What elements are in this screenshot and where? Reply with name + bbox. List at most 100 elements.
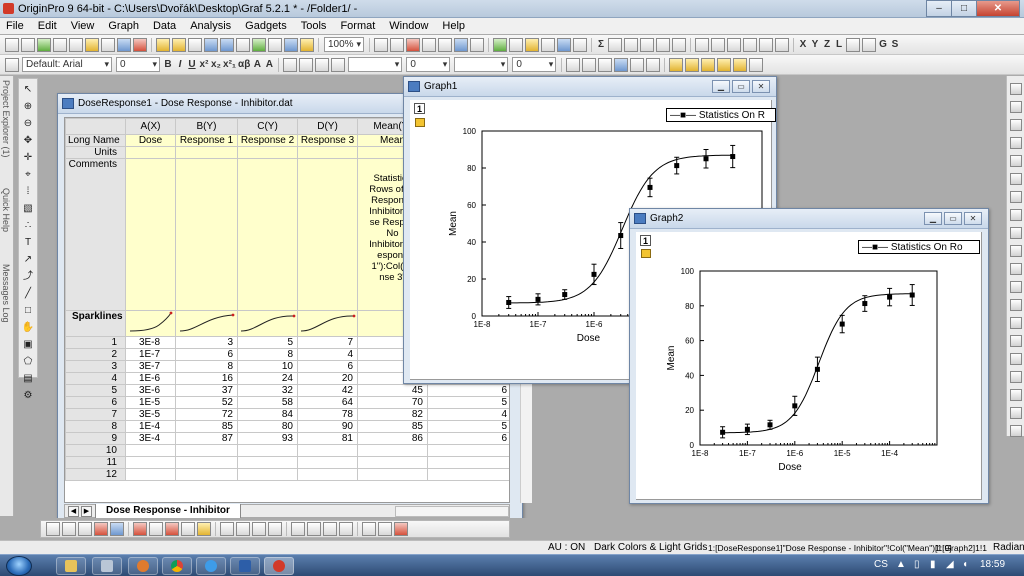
polygon-icon[interactable]: ⬠ <box>22 355 35 368</box>
text-tool-icon[interactable]: T <box>22 236 35 249</box>
table-cell[interactable]: 87 <box>175 432 238 445</box>
draw-data-icon[interactable]: ∴ <box>22 219 35 232</box>
graph2-page[interactable]: 1 0 20 40 60 80 100 1E-8 1E-7 1E-6 1E-5 1E-4 Dose Me… <box>636 232 982 500</box>
table-cell[interactable]: 4 <box>427 408 509 421</box>
font-size-select[interactable]: 0 <box>116 57 160 72</box>
table-cell[interactable]: 42 <box>297 384 358 397</box>
sum-icon[interactable]: Σ <box>596 38 606 52</box>
table-cell[interactable]: 6 <box>427 432 509 445</box>
sort-order-icon[interactable] <box>775 37 789 52</box>
graph1-maximize-button[interactable]: ▭ <box>732 80 750 93</box>
column-header-b[interactable]: B(Y) <box>175 118 238 135</box>
table-cell[interactable] <box>125 444 176 457</box>
table-cell[interactable] <box>297 468 358 481</box>
comments-cell[interactable] <box>237 158 298 311</box>
tray-show-icons[interactable]: ▲ <box>896 559 906 570</box>
sparkline-d[interactable] <box>297 310 358 337</box>
import-wizard-icon[interactable] <box>268 37 282 52</box>
add-right-y-icon[interactable] <box>1009 119 1022 131</box>
table-cell[interactable] <box>237 444 298 457</box>
set-as-z-button[interactable]: Z <box>822 38 832 52</box>
scatter-plot-icon[interactable] <box>62 522 76 536</box>
normalize-icon[interactable] <box>656 37 670 52</box>
sparkline-a[interactable] <box>125 310 176 337</box>
line-color-icon[interactable] <box>315 57 330 72</box>
data-selector-icon[interactable]: ⁞ <box>22 185 35 198</box>
table-cell[interactable] <box>175 444 238 457</box>
table-icon[interactable] <box>1009 281 1022 293</box>
column-header-d[interactable]: D(Y) <box>297 118 358 135</box>
taskbar-explorer-button[interactable] <box>56 557 86 575</box>
tray-battery-icon[interactable]: ▮ <box>930 559 936 570</box>
table-cell[interactable] <box>125 468 176 481</box>
table-cell[interactable]: 78 <box>297 408 358 421</box>
refresh-graph-icon[interactable] <box>1009 389 1022 401</box>
zoom-out-icon[interactable]: ⊖ <box>22 117 35 130</box>
save-template-icon[interactable] <box>220 37 234 52</box>
row-number[interactable]: 3 <box>65 360 126 373</box>
row-number[interactable]: 8 <box>65 420 126 433</box>
code-builder-icon[interactable] <box>438 37 452 52</box>
comments-cell[interactable] <box>125 158 176 311</box>
italic-button[interactable]: I <box>175 58 185 72</box>
hide-mask-icon[interactable] <box>339 522 353 536</box>
contour-icon[interactable] <box>268 522 282 536</box>
long-name-a[interactable]: Dose <box>125 134 176 147</box>
long-name-b[interactable]: Response 1 <box>175 134 238 147</box>
graph1-minimize-button[interactable]: ▁ <box>712 80 730 93</box>
table-cell[interactable]: 3E-6 <box>125 384 176 397</box>
menu-graph[interactable]: Graph <box>108 20 139 32</box>
new-workbook-icon[interactable] <box>37 37 51 52</box>
copy-page-icon[interactable] <box>390 37 404 52</box>
filter-clear-icon[interactable] <box>759 37 773 52</box>
project-explorer-tab[interactable]: Project Explorer (1) <box>1 80 11 158</box>
new-project-icon[interactable] <box>5 37 19 52</box>
new-function-icon[interactable] <box>85 37 99 52</box>
new-excel-icon[interactable] <box>133 37 147 52</box>
menu-gadgets[interactable]: Gadgets <box>245 20 287 32</box>
menu-window[interactable]: Window <box>389 20 428 32</box>
script-window-icon[interactable] <box>525 37 539 52</box>
column-header-a[interactable]: A(X) <box>125 118 176 135</box>
greek-button[interactable]: αβ <box>238 58 250 72</box>
open-template-icon[interactable] <box>172 37 186 52</box>
supersub-button[interactable]: x²₁ <box>223 58 236 72</box>
table-cell[interactable]: 3 <box>175 336 238 349</box>
tray-volume-icon[interactable]: ◖ <box>962 559 968 570</box>
corner-cell[interactable] <box>65 118 126 135</box>
border-style-select[interactable] <box>454 57 509 72</box>
graph2-minimize-button[interactable]: ▁ <box>924 212 942 225</box>
duplicate-icon[interactable] <box>422 37 436 52</box>
align-objects-icon[interactable] <box>749 57 764 72</box>
object-manager-icon[interactable] <box>669 57 684 72</box>
table-cell[interactable]: 3E-4 <box>125 432 176 445</box>
quick-help-tab[interactable]: Quick Help <box>1 188 11 232</box>
table-cell[interactable] <box>297 456 358 469</box>
comments-cell[interactable] <box>297 158 358 311</box>
sort-icon[interactable] <box>640 37 654 52</box>
export-icon[interactable] <box>236 37 250 52</box>
color-scale-icon[interactable] <box>1009 227 1022 239</box>
merge-graph-icon[interactable] <box>1009 155 1022 167</box>
table-cell[interactable]: 72 <box>175 408 238 421</box>
row-number[interactable]: 6 <box>65 396 126 409</box>
units-cell[interactable] <box>297 146 358 159</box>
units-cell[interactable] <box>237 146 298 159</box>
graph1-close-button[interactable]: ✕ <box>752 80 770 93</box>
scale-icon[interactable]: ✥ <box>22 134 35 147</box>
hand-icon[interactable]: ✋ <box>22 321 35 334</box>
table-cell[interactable]: 5 <box>427 396 509 409</box>
save-icon[interactable] <box>204 37 218 52</box>
open-excel-icon[interactable] <box>188 37 202 52</box>
taskbar-media-button[interactable] <box>128 557 158 575</box>
table-cell[interactable]: 58 <box>237 396 298 409</box>
keyboard-language[interactable]: CS <box>874 559 888 570</box>
polar-plot-icon[interactable] <box>181 522 195 536</box>
fill-color-icon[interactable] <box>283 57 298 72</box>
subscript-button[interactable]: x₂ <box>211 58 221 72</box>
line-tool-icon[interactable]: ╱ <box>22 287 35 300</box>
table-cell[interactable]: 86 <box>357 432 428 445</box>
legend-icon[interactable] <box>1009 299 1022 311</box>
table-cell[interactable] <box>125 456 176 469</box>
row-number[interactable]: 12 <box>65 468 126 481</box>
